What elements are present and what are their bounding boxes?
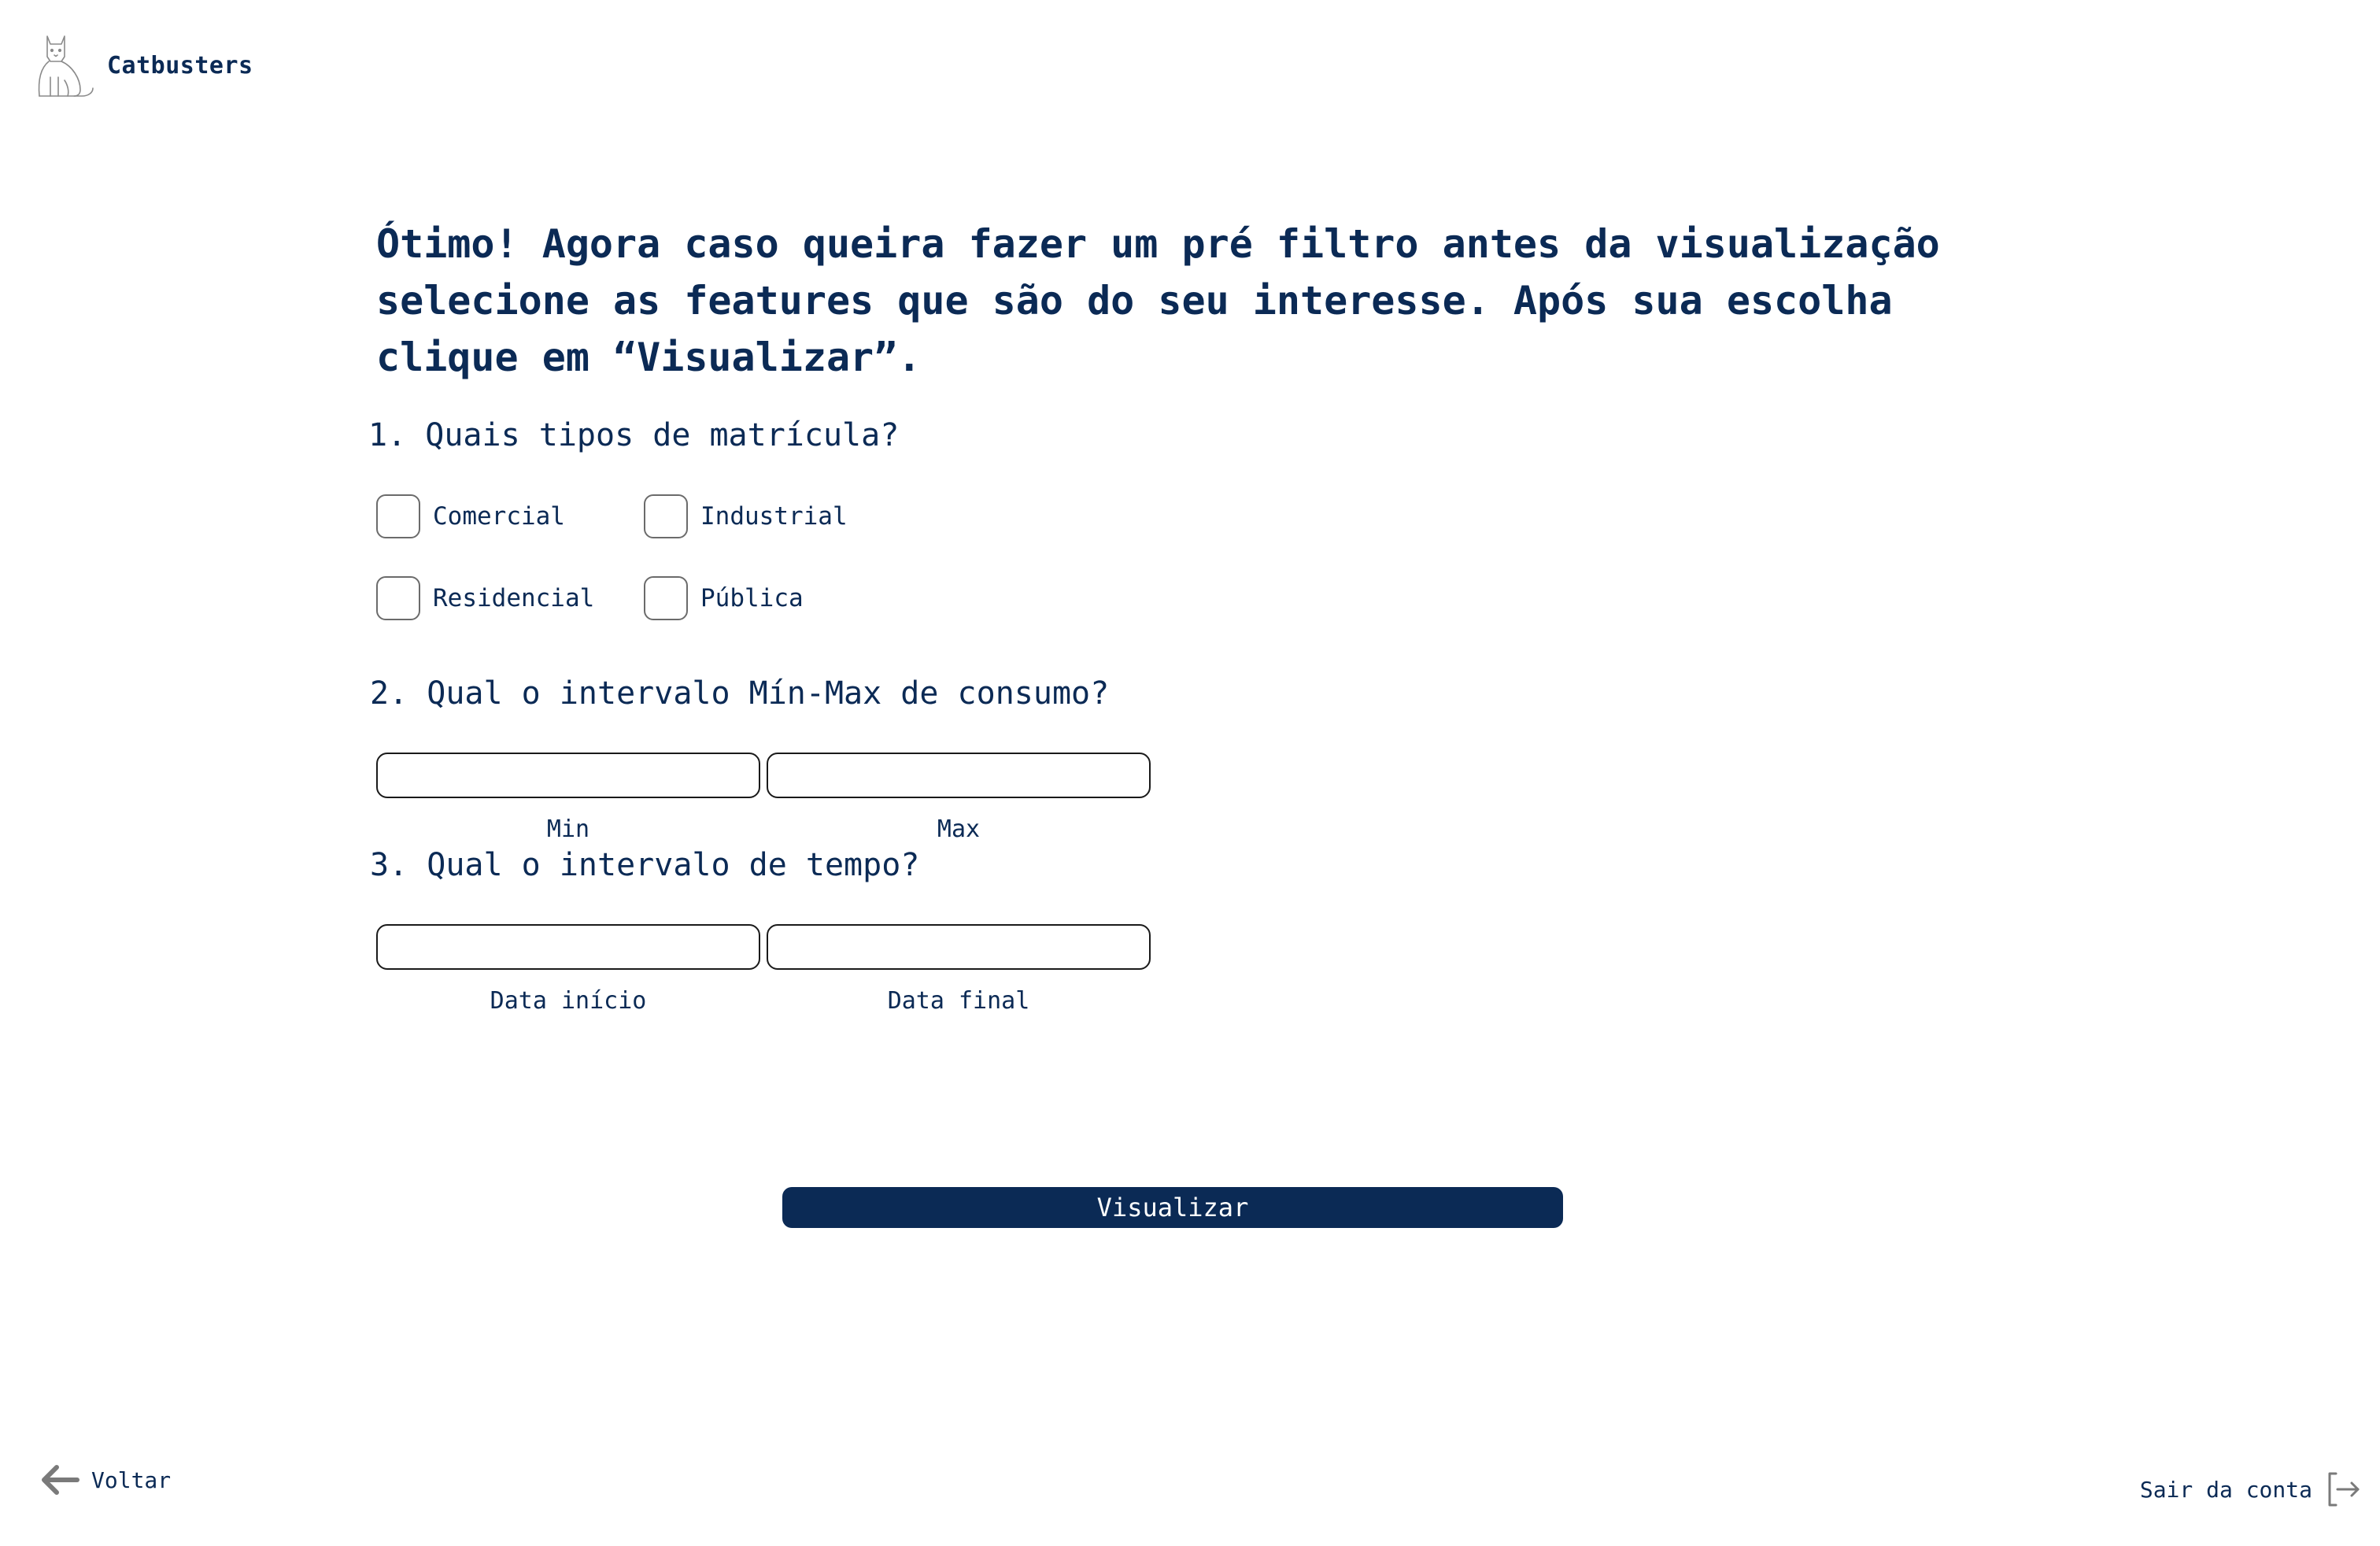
back-label: Voltar <box>91 1466 172 1493</box>
start-date-input[interactable] <box>376 924 760 970</box>
cat-logo-icon <box>38 35 94 97</box>
start-date-label: Data início <box>490 987 647 1015</box>
end-date-input[interactable] <box>767 924 1151 970</box>
checkbox-box[interactable] <box>644 494 688 538</box>
checkbox-label: Comercial <box>433 502 565 531</box>
visualize-button[interactable]: Visualizar <box>782 1187 1563 1228</box>
back-button[interactable]: Voltar <box>41 1463 171 1497</box>
question-1-label: 1. Quais tipos de matrícula? <box>368 417 900 453</box>
checkbox-publica[interactable]: Pública <box>644 576 804 620</box>
brand-logo[interactable]: Catbusters <box>33 33 253 98</box>
min-consumption-input[interactable] <box>376 753 760 798</box>
arrow-left-icon <box>42 1465 79 1495</box>
min-field-label: Min <box>546 816 590 843</box>
checkbox-label: Residencial <box>433 584 595 612</box>
checkbox-residencial[interactable]: Residencial <box>376 576 594 620</box>
checkbox-industrial[interactable]: Industrial <box>644 494 848 538</box>
checkbox-box[interactable] <box>376 494 420 538</box>
logout-icon <box>2328 1472 2360 1507</box>
brand-name: Catbusters <box>107 51 253 80</box>
logout-button[interactable]: Sair da conta <box>2140 1470 2361 1508</box>
checkbox-comercial[interactable]: Comercial <box>376 494 565 538</box>
logout-label: Sair da conta <box>2139 1476 2312 1503</box>
max-field-label: Max <box>937 816 981 843</box>
max-consumption-input[interactable] <box>767 753 1151 798</box>
question-2-label: 2. Qual o intervalo Mín-Max de consumo? <box>370 675 1110 712</box>
checkbox-box[interactable] <box>376 576 420 620</box>
checkbox-label: Pública <box>700 584 804 612</box>
end-date-label: Data final <box>887 987 1030 1015</box>
checkbox-label: Industrial <box>700 502 848 531</box>
question-3-label: 3. Qual o intervalo de tempo? <box>370 847 920 883</box>
intro-heading: Ótimo! Agora caso queira fazer um pré fi… <box>376 221 1940 380</box>
checkbox-box[interactable] <box>644 576 688 620</box>
